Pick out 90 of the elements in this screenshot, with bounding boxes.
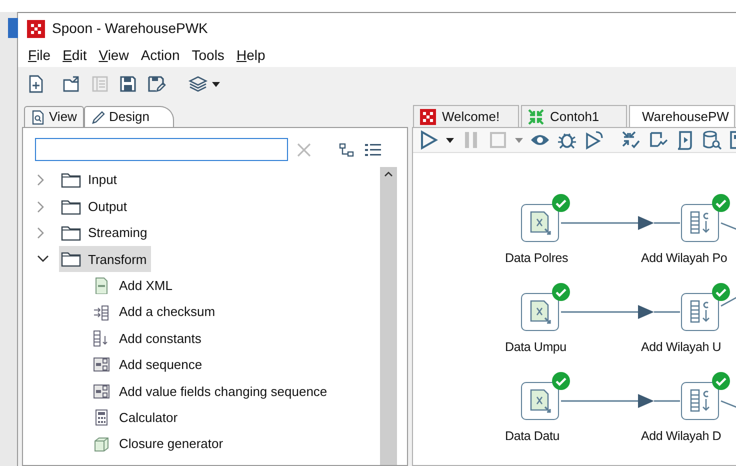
step-node[interactable] bbox=[521, 293, 559, 331]
sequence-icon bbox=[93, 356, 110, 374]
editor-tab[interactable]: WarehousePW bbox=[629, 105, 735, 127]
toolbar-button[interactable] bbox=[145, 73, 167, 95]
replay-icon bbox=[584, 130, 604, 150]
caret-icon bbox=[515, 138, 523, 142]
checksum-icon bbox=[93, 304, 110, 321]
save-icon bbox=[118, 74, 138, 94]
step-label: Data Polres bbox=[505, 250, 568, 267]
run-icon bbox=[419, 130, 439, 150]
menu-item[interactable]: Tools bbox=[186, 44, 230, 66]
success-check-icon bbox=[552, 372, 570, 390]
scroll-up-icon[interactable] bbox=[384, 171, 393, 177]
calculator-icon bbox=[93, 409, 110, 426]
script-icon bbox=[675, 130, 695, 150]
xml-file-icon bbox=[93, 277, 110, 294]
collapse-icon bbox=[37, 255, 49, 264]
view-icon bbox=[31, 110, 45, 124]
tree-item[interactable]: Closure generator bbox=[37, 431, 228, 458]
step-node[interactable] bbox=[681, 293, 719, 331]
list-icon bbox=[364, 142, 382, 158]
success-check-icon bbox=[552, 283, 570, 301]
tree-item[interactable]: Add constants bbox=[37, 326, 206, 352]
editor-tab[interactable]: Welcome! bbox=[413, 105, 519, 127]
hop-arrow[interactable] bbox=[561, 216, 680, 230]
cube-icon bbox=[93, 436, 110, 453]
tree-item[interactable]: Output bbox=[59, 194, 132, 220]
success-check-icon bbox=[552, 194, 570, 212]
panel-tab[interactable]: Design bbox=[84, 106, 174, 127]
expand-icon bbox=[37, 200, 45, 213]
success-check-icon bbox=[712, 194, 730, 212]
step-label: Data Umpu bbox=[505, 339, 566, 356]
caret-icon bbox=[446, 138, 454, 142]
toolbar-button[interactable] bbox=[445, 136, 455, 144]
menu-item[interactable]: Action bbox=[134, 44, 186, 66]
layers-icon bbox=[188, 74, 208, 94]
hop-line[interactable] bbox=[720, 222, 736, 232]
folder-icon bbox=[61, 172, 81, 188]
step-label: Add Wilayah Po bbox=[641, 250, 728, 267]
tree-item[interactable]: Streaming bbox=[59, 220, 152, 246]
menu-item[interactable]: Help bbox=[230, 44, 272, 66]
folder-icon bbox=[61, 224, 81, 241]
tree-item[interactable]: Add sequence bbox=[37, 352, 206, 378]
database-search-icon bbox=[702, 130, 722, 150]
list-panel-icon bbox=[90, 74, 110, 94]
impact-icon bbox=[648, 130, 668, 150]
transformation-icon bbox=[528, 108, 544, 124]
step-label: Data Datu bbox=[505, 428, 560, 445]
step-label: Add Wilayah D bbox=[641, 428, 722, 445]
success-check-icon bbox=[712, 372, 730, 390]
tree-item[interactable]: Add XML bbox=[37, 272, 176, 299]
hop-arrow[interactable] bbox=[561, 305, 680, 319]
menu-item[interactable]: View bbox=[92, 44, 135, 66]
step-node[interactable] bbox=[681, 382, 719, 420]
editor-tab[interactable]: Contoh1 bbox=[521, 105, 627, 127]
pencil-icon bbox=[90, 110, 105, 124]
tree-icon bbox=[339, 142, 355, 158]
save-as-icon bbox=[146, 74, 166, 94]
folder-icon bbox=[61, 251, 81, 268]
caret-icon bbox=[212, 82, 220, 86]
scrollbar[interactable] bbox=[380, 167, 397, 465]
success-check-icon bbox=[712, 283, 730, 301]
hop-line[interactable] bbox=[720, 400, 736, 410]
tree-item[interactable]: Add a checksum bbox=[37, 299, 220, 326]
menu-item[interactable]: Edit bbox=[56, 44, 93, 66]
stop-icon bbox=[488, 130, 508, 150]
panel-tab[interactable]: View bbox=[24, 106, 84, 127]
step-node[interactable] bbox=[521, 382, 559, 420]
verify-icon bbox=[621, 130, 641, 150]
step-node[interactable] bbox=[681, 204, 719, 242]
app-logo-icon bbox=[420, 108, 436, 124]
clear-icon bbox=[296, 142, 312, 158]
tree-item[interactable]: Input bbox=[59, 167, 121, 194]
window-title: Spoon - WarehousePWK bbox=[52, 18, 208, 38]
hop-line[interactable] bbox=[720, 294, 736, 307]
folder-icon bbox=[61, 198, 81, 215]
expand-icon bbox=[37, 226, 45, 239]
expand-icon bbox=[37, 174, 45, 186]
toolbar-button[interactable] bbox=[117, 73, 139, 95]
step-label: Add Wilayah U bbox=[641, 339, 722, 356]
tree-item[interactable]: Add value fields changing sequence bbox=[37, 378, 332, 404]
hop-arrow[interactable] bbox=[561, 394, 680, 408]
constants-icon bbox=[93, 330, 110, 348]
app-logo-icon bbox=[27, 20, 45, 38]
tree-item[interactable]: Calculator bbox=[37, 404, 182, 431]
tree-item[interactable]: Transform bbox=[59, 246, 151, 272]
search-field[interactable] bbox=[35, 138, 288, 161]
menu-item[interactable]: File bbox=[22, 44, 57, 66]
sequence-icon bbox=[93, 382, 110, 400]
step-node[interactable] bbox=[521, 204, 559, 242]
